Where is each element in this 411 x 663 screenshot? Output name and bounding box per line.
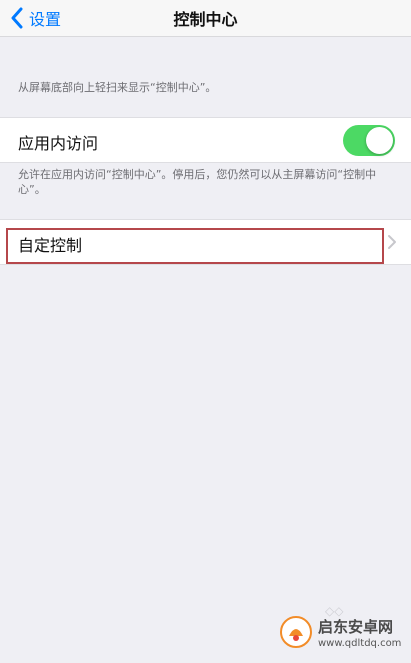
toggle-knob xyxy=(366,127,393,154)
site-watermark: 启东安卓网 www.qdltdq.com xyxy=(268,610,408,660)
customize-controls-row[interactable]: 自定控制 xyxy=(0,219,411,265)
watermark-url: www.qdltdq.com xyxy=(318,638,402,649)
watermark-title: 启东安卓网 xyxy=(318,618,394,636)
in-app-access-label: 应用内访问 xyxy=(18,134,99,153)
in-app-access-note: 允许在应用内访问“控制中心”。停用后，您仍然可以从主屏幕访问“控制中心”。 xyxy=(18,168,377,196)
navigation-bar: 设置 控制中心 xyxy=(0,0,411,37)
customize-controls-label: 自定控制 xyxy=(18,236,83,255)
swipe-up-note: 从屏幕底部向上轻扫来显示“控制中心”。 xyxy=(18,81,217,94)
page-title: 控制中心 xyxy=(173,10,238,29)
watermark-logo-icon xyxy=(280,616,312,648)
chevron-right-icon xyxy=(387,234,397,250)
in-app-access-row: 应用内访问 xyxy=(0,117,411,163)
in-app-access-toggle[interactable] xyxy=(343,125,395,156)
